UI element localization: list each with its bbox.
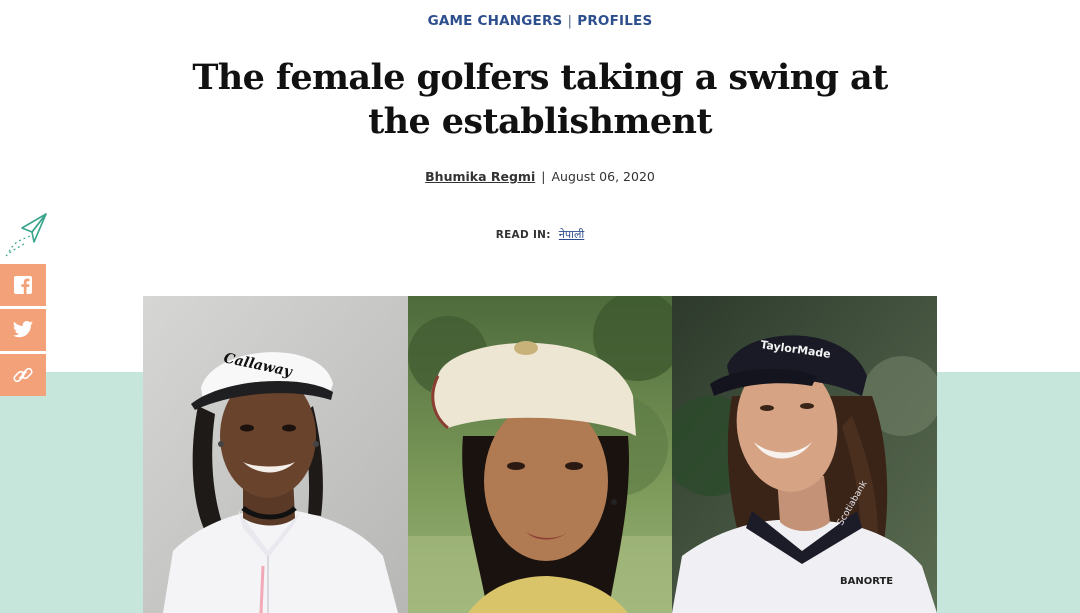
share-facebook-button[interactable]	[0, 264, 46, 306]
hero-photo-collage: Callaway BANORTE Scotiabank TaylorMade	[143, 296, 938, 613]
category-separator: |	[567, 13, 573, 29]
category-link-game-changers[interactable]: GAME CHANGERS	[428, 13, 563, 29]
copy-link-button[interactable]	[0, 354, 46, 396]
category-breadcrumb: GAME CHANGERS | PROFILES	[0, 13, 1080, 29]
article-title: The female golfers taking a swing at the…	[192, 57, 888, 142]
publish-date: August 06, 2020	[551, 169, 655, 184]
link-icon	[13, 367, 33, 383]
category-link-profiles[interactable]: PROFILES	[577, 13, 652, 29]
language-link-nepali[interactable]: नेपाली	[559, 228, 585, 241]
twitter-icon	[12, 321, 34, 338]
share-twitter-button[interactable]	[0, 309, 46, 351]
byline-separator: |	[541, 169, 546, 184]
golfer-portrait-3: BANORTE Scotiabank TaylorMade	[672, 296, 938, 613]
golfer-portrait-1: Callaway	[143, 296, 408, 613]
author-link[interactable]: Bhumika Regmi	[425, 169, 535, 184]
read-in-bar: READ IN: नेपाली	[0, 227, 1080, 242]
paper-plane-icon[interactable]	[4, 210, 50, 260]
byline: Bhumika Regmi | August 06, 2020	[0, 169, 1080, 184]
read-in-label: READ IN:	[495, 229, 551, 241]
golfer-portrait-2	[407, 296, 673, 613]
svg-text:BANORTE: BANORTE	[840, 576, 893, 587]
facebook-icon	[14, 276, 32, 294]
